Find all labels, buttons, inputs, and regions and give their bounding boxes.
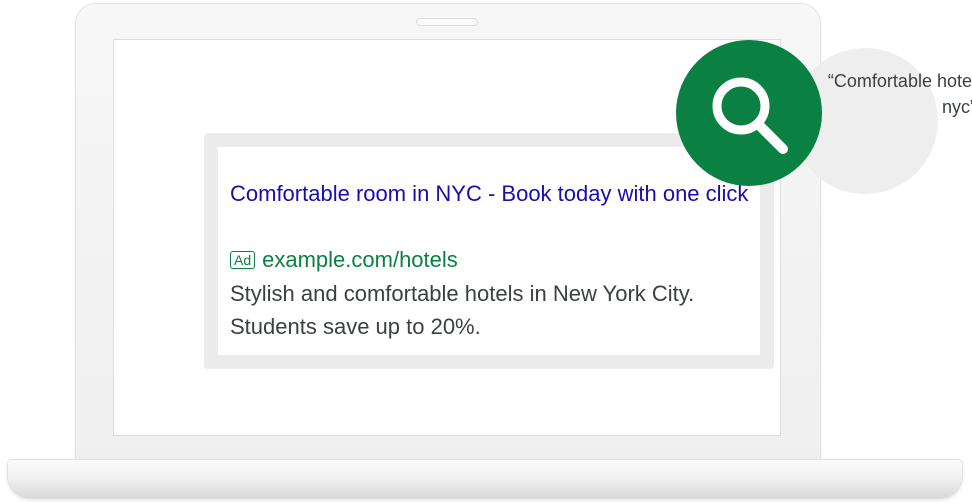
search-icon xyxy=(712,77,788,154)
ad-display-url[interactable]: example.com/hotels xyxy=(262,247,458,273)
ad-badge: Ad xyxy=(230,251,256,269)
search-query-text: “Comfortable hotel nyc” xyxy=(827,71,972,117)
ad-url-row: Ad example.com/hotels xyxy=(230,245,458,275)
laptop-base xyxy=(8,460,962,498)
search-button[interactable] xyxy=(676,40,822,186)
ad-description: Stylish and comfortable hotels in New Yo… xyxy=(230,281,695,339)
camera-notch xyxy=(416,18,478,26)
